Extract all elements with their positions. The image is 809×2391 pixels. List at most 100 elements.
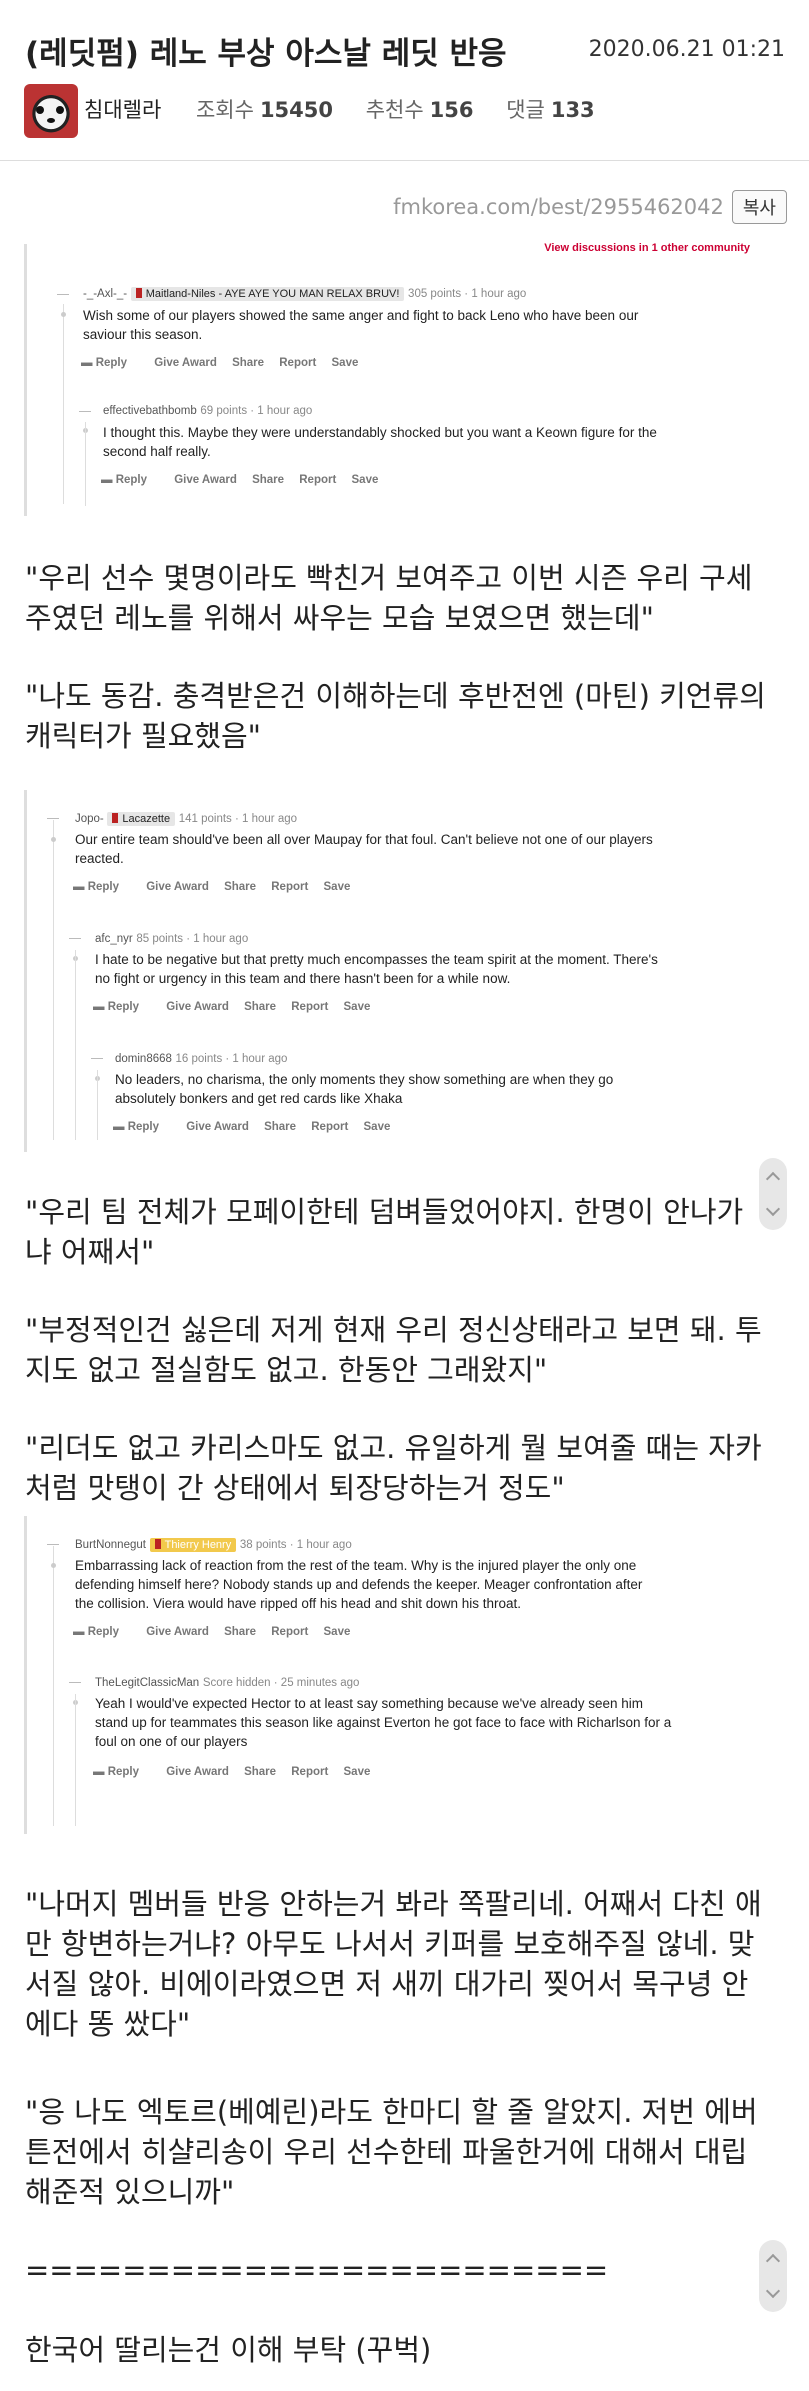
- reddit-screenshot-2: Jopo- Lacazette 141 points · 1 hour ago …: [24, 790, 790, 1152]
- reddit-screenshot-1: View discussions in 1 other community -_…: [24, 242, 790, 516]
- comments-label: 댓글: [506, 98, 545, 122]
- comment-user[interactable]: effectivebathbomb: [103, 405, 197, 417]
- share-button[interactable]: Share: [252, 474, 284, 486]
- give-award-button[interactable]: Give Award: [174, 474, 237, 486]
- user-flair: Lacazette: [107, 812, 176, 826]
- header-divider: [0, 160, 809, 161]
- comment-points: 69 points · 1 hour ago: [200, 405, 313, 417]
- comment-header: afc_nyr 85 points · 1 hour ago: [95, 930, 248, 945]
- give-award-button[interactable]: Give Award: [154, 357, 217, 369]
- reply-button[interactable]: ▬ Reply: [93, 1766, 151, 1778]
- collapse-dash[interactable]: [91, 1058, 103, 1059]
- reply-button[interactable]: ▬ Reply: [73, 1626, 131, 1638]
- comment-body: I thought this. Maybe they were understa…: [103, 423, 783, 461]
- translation-paragraph: "응 나도 엑토르(베예린)라도 한마디 할 줄 알았지. 저번 에버 튼전에서 …: [25, 2095, 758, 2209]
- comment-points: 85 points · 1 hour ago: [136, 933, 249, 945]
- separator-line: ========================: [25, 2253, 609, 2287]
- thread-line: [97, 1070, 98, 1140]
- report-button[interactable]: Report: [291, 1766, 328, 1778]
- comment-points: Score hidden · 25 minutes ago: [202, 1677, 360, 1689]
- reply-button[interactable]: ▬ Reply: [93, 1001, 151, 1013]
- reply-button[interactable]: ▬ Reply: [73, 881, 131, 893]
- comment-user[interactable]: afc_nyr: [95, 933, 133, 945]
- post-title: (레딧펌) 레노 부상 아스날 레딧 반응: [25, 36, 507, 72]
- report-button[interactable]: Report: [311, 1121, 348, 1133]
- thread-line: [75, 950, 76, 1140]
- save-button[interactable]: Save: [352, 474, 379, 486]
- thread-dot: [51, 1563, 56, 1568]
- share-button[interactable]: Share: [232, 357, 264, 369]
- flair-text: Thierry Henry: [164, 1539, 232, 1551]
- comment-line: reacted.: [75, 851, 124, 866]
- save-button[interactable]: Save: [332, 357, 359, 369]
- comment-points: 16 points · 1 hour ago: [175, 1053, 288, 1065]
- comment-user[interactable]: Jopo-: [75, 813, 104, 825]
- comment-user[interactable]: BurtNonnegut: [75, 1539, 146, 1551]
- likes-label: 추천수: [365, 98, 424, 122]
- report-button[interactable]: Report: [299, 474, 336, 486]
- collapse-dash[interactable]: [69, 938, 81, 939]
- share-button[interactable]: Share: [244, 1001, 276, 1013]
- share-button[interactable]: Share: [264, 1121, 296, 1133]
- comment-user[interactable]: -_-Axl-_-: [83, 288, 127, 300]
- comment-body: Our entire team should've been all over …: [75, 830, 755, 868]
- comment-points: 38 points · 1 hour ago: [239, 1539, 352, 1551]
- give-award-button[interactable]: Give Award: [166, 1001, 229, 1013]
- comment-user[interactable]: TheLegitClassicMan: [95, 1677, 199, 1689]
- comment-line: No leaders, no charisma, the only moment…: [115, 1072, 614, 1087]
- reply-button[interactable]: ▬ Reply: [81, 357, 139, 369]
- likes-count: 156: [429, 98, 474, 122]
- author-name[interactable]: 침대렐라: [84, 98, 161, 122]
- copy-url-button[interactable]: 복사: [731, 190, 787, 224]
- save-button[interactable]: Save: [324, 881, 351, 893]
- url-bar: fmkorea.com/best/2955462042 복사: [393, 190, 787, 224]
- report-button[interactable]: Report: [271, 1626, 308, 1638]
- save-button[interactable]: Save: [364, 1121, 391, 1133]
- save-button[interactable]: Save: [344, 1766, 371, 1778]
- translation-paragraph: "나머지 멤버들 반응 안하는거 봐라 쪽팔리네. 어째서 다친 애만 항변하는…: [25, 1887, 762, 2041]
- comment-line: saviour this season.: [83, 327, 203, 342]
- comment-user[interactable]: domin8668: [115, 1053, 172, 1065]
- comment-actions: ▬ Reply Give Award Share Report Save: [73, 881, 362, 893]
- translation-paragraph: "우리 선수 몇명이라도 빡친거 보여주고 이번 시즌 우리 구세 주였던 레노를…: [25, 561, 753, 635]
- report-button[interactable]: Report: [291, 1001, 328, 1013]
- collapse-dash[interactable]: [69, 1682, 81, 1683]
- collapse-dash[interactable]: [47, 1544, 59, 1545]
- thread-line: [85, 422, 86, 506]
- give-award-button[interactable]: Give Award: [146, 1626, 209, 1638]
- translation-paragraph: "리더도 없고 카리스마도 없고. 유일하게 뭘 보여줄 때는 자카 처럼 맛탱이…: [25, 1431, 762, 1505]
- reply-button[interactable]: ▬ Reply: [101, 474, 159, 486]
- collapse-dash[interactable]: [79, 411, 91, 412]
- save-button[interactable]: Save: [324, 1626, 351, 1638]
- reply-button[interactable]: ▬ Reply: [113, 1121, 171, 1133]
- collapse-dash[interactable]: [47, 818, 59, 819]
- share-button[interactable]: Share: [224, 881, 256, 893]
- comment-line: Wish some of our players showed the same…: [83, 308, 639, 323]
- give-award-button[interactable]: Give Award: [166, 1766, 229, 1778]
- comment-actions: ▬ Reply Give Award Share Report Save: [101, 474, 390, 486]
- comment-header: Jopo- Lacazette 141 points · 1 hour ago: [75, 810, 297, 826]
- translation-paragraph: "부정적인건 싫은데 저게 현재 우리 정신상태라고 보면 돼. 투 지도 없고 …: [25, 1313, 762, 1387]
- comment-line: no fight or urgency in this team and the…: [95, 971, 511, 986]
- comment-line: I thought this. Maybe they were understa…: [103, 425, 657, 440]
- comment-actions: ▬ Reply Give Award Share Report Save: [93, 1766, 382, 1778]
- comment-header: -_-Axl-_- Maitland-Niles - AYE AYE YOU M…: [83, 285, 526, 301]
- give-award-button[interactable]: Give Award: [186, 1121, 249, 1133]
- thread-line: [63, 304, 64, 504]
- comment-actions: ▬ Reply Give Award Share Report Save: [73, 1626, 362, 1638]
- comment-body: No leaders, no charisma, the only moment…: [115, 1070, 795, 1108]
- report-button[interactable]: Report: [271, 881, 308, 893]
- comment-line: defending himself here? Nobody stands up…: [75, 1577, 643, 1592]
- comment-body: Wish some of our players showed the same…: [83, 306, 763, 344]
- collapse-dash[interactable]: [57, 294, 69, 295]
- views-count: 15450: [259, 98, 333, 122]
- comment-line: the collision. Viera would have ripped o…: [75, 1596, 522, 1611]
- report-button[interactable]: Report: [279, 357, 316, 369]
- share-button[interactable]: Share: [244, 1766, 276, 1778]
- save-button[interactable]: Save: [344, 1001, 371, 1013]
- author-avatar[interactable]: [24, 84, 78, 138]
- give-award-button[interactable]: Give Award: [146, 881, 209, 893]
- post-url[interactable]: fmkorea.com/best/2955462042: [393, 195, 724, 219]
- flair-text: Maitland-Niles - AYE AYE YOU MAN RELAX B…: [145, 288, 400, 300]
- share-button[interactable]: Share: [224, 1626, 256, 1638]
